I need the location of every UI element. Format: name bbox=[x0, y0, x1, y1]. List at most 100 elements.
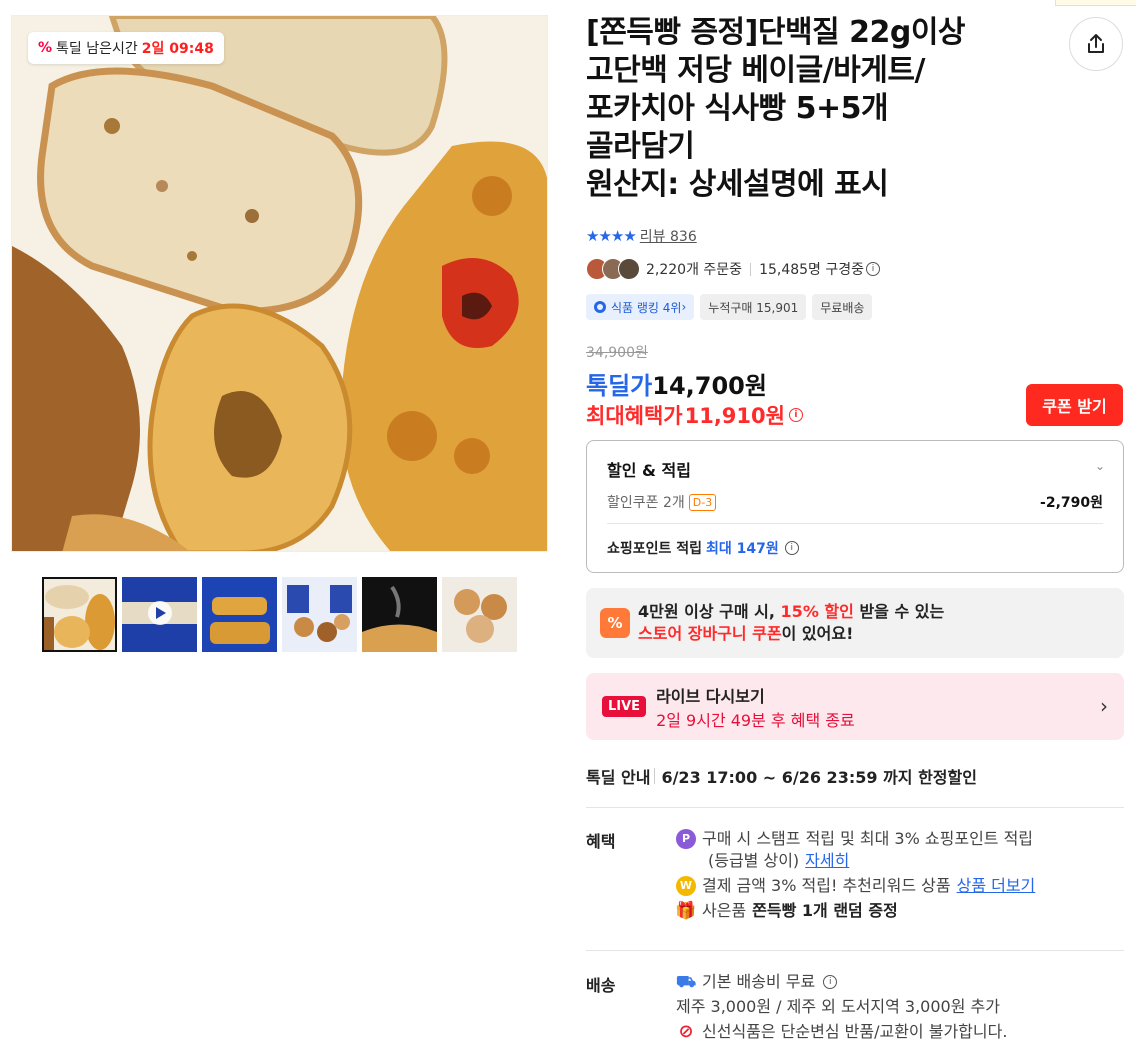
thumbnail-6[interactable] bbox=[442, 577, 517, 652]
won-coin-icon: W bbox=[676, 876, 696, 896]
shipping-extra-text: 제주 3,000원 / 제주 외 도서지역 3,000원 추가 bbox=[676, 997, 1000, 1016]
ranking-label: 식품 랭킹 4위 bbox=[611, 300, 682, 315]
share-icon bbox=[1088, 34, 1104, 53]
gift-text: 쫀득빵 1개 랜덤 증정 bbox=[752, 901, 898, 920]
details-link[interactable]: 자세히 bbox=[805, 850, 849, 872]
shipping-label: 배송 bbox=[586, 976, 616, 995]
info-icon[interactable]: i bbox=[784, 541, 799, 555]
star-rating-icon: ★★★★ bbox=[586, 227, 637, 245]
badge-row: 식품 랭킹 4위 › 누적구매 15,901 무료배송 bbox=[586, 294, 873, 320]
divider bbox=[750, 262, 752, 276]
share-button[interactable] bbox=[1069, 17, 1123, 71]
no-entry-icon: ⊘ bbox=[678, 1021, 694, 1042]
free-shipping-badge: 무료배송 bbox=[812, 294, 873, 320]
percent-icon: % bbox=[38, 40, 53, 56]
live-replay-banner[interactable]: LIVE 라이브 다시보기 2일 9시간 49분 후 혜택 종료 › bbox=[586, 673, 1124, 740]
benefit-point-detail: (등급별 상이) 자세히 bbox=[676, 850, 1035, 872]
product-title: [쫀득빵 증정]단백질 22g이상 고단백 저당 베이글/바게트/ 포카치아 식… bbox=[586, 15, 966, 202]
store-coupon-text-2-red: 스토어 장바구니 쿠폰 bbox=[638, 624, 782, 643]
divider bbox=[586, 950, 1124, 951]
thumbnail-1[interactable] bbox=[42, 577, 117, 652]
chevron-right-icon: › bbox=[681, 300, 687, 314]
deal-info-text: 6/23 17:00 ~ 6/26 23:59 까지 한정할인 bbox=[661, 768, 977, 787]
benefit-point-detail-text: (등급별 상이) bbox=[708, 851, 800, 870]
max-price-label: 최대혜택가 bbox=[586, 404, 683, 428]
live-tag: LIVE bbox=[602, 696, 647, 717]
review-link[interactable]: 리뷰 836 bbox=[640, 226, 697, 246]
store-coupon-text-1b: 받을 수 있는 bbox=[859, 602, 945, 621]
thumbnail-4[interactable] bbox=[282, 577, 357, 652]
original-price: 34,900원 bbox=[586, 345, 648, 361]
chevron-down-icon[interactable]: ⌄ bbox=[1095, 459, 1105, 473]
gift-icon: 🎁 bbox=[675, 901, 697, 921]
ordering-count: 2,220개 주문중 bbox=[646, 262, 743, 278]
discount-head: 할인 & 적립 bbox=[607, 461, 691, 480]
store-coupon-banner[interactable]: % 4만원 이상 구매 시, 15% 할인 받을 수 있는 스토어 장바구니 쿠… bbox=[586, 588, 1124, 658]
divider bbox=[654, 768, 656, 784]
gift-label: 사은품 bbox=[702, 901, 747, 920]
discount-panel: 할인 & 적립 ⌄ 할인쿠폰 2개 D-3 -2,790원 쇼핑포인트 적립 최… bbox=[586, 440, 1124, 573]
deal-price-label: 톡딜가 bbox=[586, 372, 653, 400]
benefit-reward-text: 결제 금액 3% 적립! 추천리워드 상품 bbox=[702, 876, 951, 895]
shipping-notice-text: 신선식품은 단순변심 반품/교환이 불가합니다. bbox=[702, 1022, 1008, 1041]
rating-row: ★★★★ 리뷰 836 bbox=[586, 226, 697, 246]
shipping-extra: 제주 3,000원 / 제주 외 도서지역 3,000원 추가 bbox=[676, 996, 1007, 1018]
max-price-value: 11,910원 bbox=[684, 404, 785, 428]
benefits-label: 혜택 bbox=[586, 832, 616, 851]
shipping-notice: ⊘ 신선식품은 단순변심 반품/교환이 불가합니다. bbox=[676, 1021, 1007, 1043]
ranking-badge[interactable]: 식품 랭킹 4위 › bbox=[586, 294, 695, 320]
coupon-amount: -2,790원 bbox=[1040, 495, 1103, 511]
deal-info-row: 톡딜 안내 6/23 17:00 ~ 6/26 23:59 까지 한정할인 bbox=[586, 764, 977, 788]
viewing-count: 15,485명 구경중 bbox=[759, 262, 865, 278]
info-icon[interactable]: i bbox=[866, 262, 881, 276]
coupon-row: 할인쿠폰 2개 D-3 bbox=[607, 492, 717, 512]
bread-photo bbox=[12, 16, 547, 551]
avatar bbox=[618, 258, 640, 280]
thumbnail-5[interactable] bbox=[362, 577, 437, 652]
shipping-list: ⛟ 기본 배송비 무료 i 제주 3,000원 / 제주 외 도서지역 3,00… bbox=[676, 971, 1007, 1046]
cumulative-badge: 누적구매 15,901 bbox=[700, 294, 807, 320]
chevron-right-icon: › bbox=[1100, 694, 1108, 718]
benefit-point: P 구매 시 스탬프 적립 및 최대 3% 쇼핑포인트 적립 bbox=[676, 828, 1035, 850]
shipping-fee: ⛟ 기본 배송비 무료 i bbox=[676, 971, 1007, 993]
deal-timer-time: 2일 09:48 bbox=[141, 41, 214, 57]
shipping-fee-text: 기본 배송비 무료 bbox=[702, 972, 816, 991]
deal-price-value: 14,700원 bbox=[652, 372, 767, 400]
benefit-gift: 🎁 사은품 쫀득빵 1개 랜덤 증정 bbox=[675, 900, 1035, 922]
max-benefit-price: 최대혜택가 11,910원 i bbox=[586, 400, 803, 430]
info-icon[interactable]: i bbox=[823, 975, 838, 989]
get-coupon-button[interactable]: 쿠폰 받기 bbox=[1026, 384, 1123, 426]
divider bbox=[586, 807, 1124, 808]
point-value: 최대 147원 bbox=[706, 541, 779, 557]
buyers-row: 2,220개 주문중 15,485명 구경중 i bbox=[586, 258, 881, 280]
main-product-image[interactable] bbox=[11, 15, 548, 552]
point-label: 쇼핑포인트 적립 bbox=[607, 541, 703, 557]
dday-badge: D-3 bbox=[688, 493, 717, 511]
store-coupon-text: 4만원 이상 구매 시, 15% 할인 받을 수 있는 스토어 장바구니 쿠폰이… bbox=[638, 601, 944, 645]
live-title: 라이브 다시보기 bbox=[656, 686, 765, 706]
coupon-label: 할인쿠폰 2개 bbox=[607, 495, 685, 511]
deal-price: 톡딜가14,700원 bbox=[586, 366, 767, 401]
deal-timer-badge: % 톡딜 남은시간 2일 09:48 bbox=[28, 32, 224, 64]
store-coupon-text-1-red: 15% 할인 bbox=[780, 602, 854, 621]
benefits-list: P 구매 시 스탬프 적립 및 최대 3% 쇼핑포인트 적립 (등급별 상이) … bbox=[675, 828, 1036, 925]
point-icon: P bbox=[676, 829, 696, 849]
info-icon[interactable]: i bbox=[788, 408, 803, 422]
live-text: 라이브 다시보기 2일 9시간 49분 후 혜택 종료 bbox=[656, 683, 855, 731]
point-row: 쇼핑포인트 적립 최대 147원 i bbox=[607, 538, 799, 558]
thumbnail-strip bbox=[42, 577, 517, 652]
live-subtitle: 2일 9시간 49분 후 혜택 종료 bbox=[656, 710, 855, 730]
product-info: [쫀득빵 증정]단백질 22g이상 고단백 저당 베이글/바게트/ 포카치아 식… bbox=[586, 14, 1124, 204]
thumbnail-2[interactable] bbox=[122, 577, 197, 652]
benefit-point-text: 구매 시 스탬프 적립 및 최대 3% 쇼핑포인트 적립 bbox=[702, 829, 1034, 848]
store-coupon-text-1a: 4만원 이상 구매 시, bbox=[638, 602, 775, 621]
divider bbox=[607, 523, 1103, 524]
thumbnail-3[interactable] bbox=[202, 577, 277, 652]
ranking-icon bbox=[594, 301, 606, 313]
more-products-link[interactable]: 상품 더보기 bbox=[957, 875, 1036, 897]
tooltip-edge bbox=[1055, 0, 1136, 6]
deal-timer-label: 톡딜 남은시간 bbox=[56, 41, 138, 57]
coupon-percent-icon: % bbox=[600, 608, 630, 638]
buyer-avatars bbox=[586, 258, 640, 280]
deal-info-label: 톡딜 안내 bbox=[586, 768, 651, 787]
